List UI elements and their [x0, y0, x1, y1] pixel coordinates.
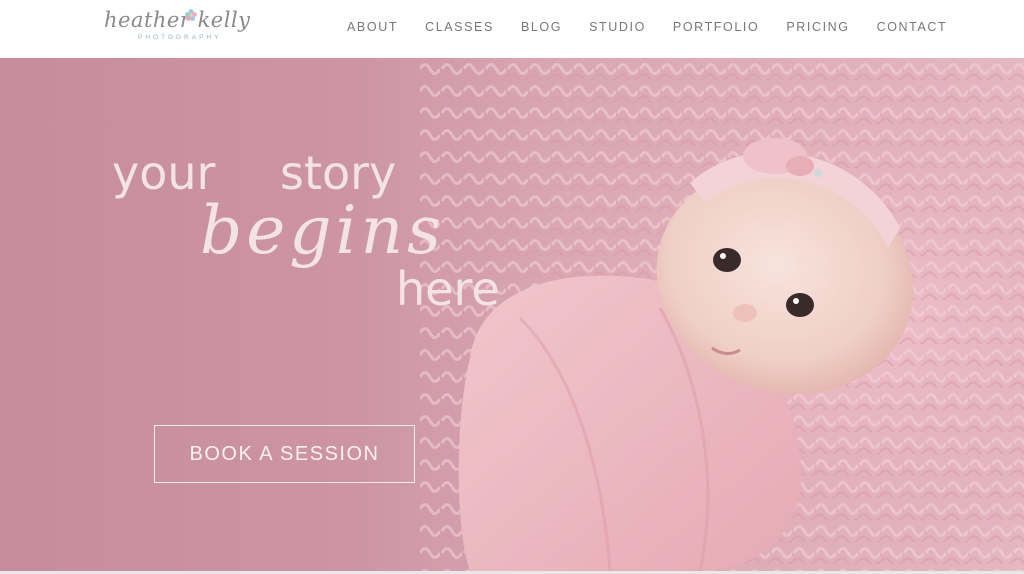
nav-studio[interactable]: STUDIO	[589, 20, 646, 34]
logo-subtitle: PHOTOGRAPHY	[138, 34, 222, 41]
main-nav: ABOUT CLASSES BLOG STUDIO PORTFOLIO PRIC…	[347, 20, 947, 34]
site-logo[interactable]: heather kelly PHOTOGRAPHY	[104, 6, 256, 52]
site-header: heather kelly PHOTOGRAPHY ABOUT CLASSES …	[0, 0, 1024, 57]
nav-blog[interactable]: BLOG	[521, 20, 562, 34]
hero-headline: your story begins here	[0, 58, 1024, 571]
nav-pricing[interactable]: PRICING	[786, 20, 849, 34]
book-session-button[interactable]: BOOK A SESSION	[154, 425, 415, 483]
nav-contact[interactable]: CONTACT	[877, 20, 948, 34]
nav-classes[interactable]: CLASSES	[425, 20, 494, 34]
headline-begins: begins	[200, 192, 446, 269]
flower-icon	[185, 9, 197, 21]
headline-here: here	[396, 262, 500, 316]
nav-portfolio[interactable]: PORTFOLIO	[673, 20, 759, 34]
logo-script-text: heather kelly	[104, 8, 251, 32]
nav-about[interactable]: ABOUT	[347, 20, 398, 34]
hero-banner: your story begins here BOOK A SESSION	[0, 58, 1024, 571]
